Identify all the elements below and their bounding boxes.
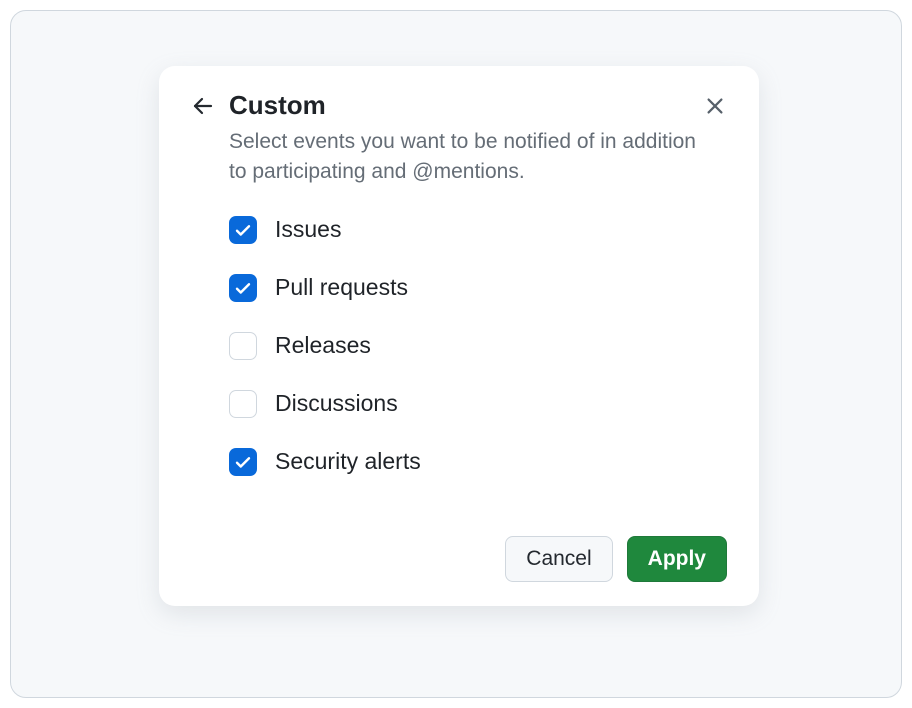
page-background: Custom Select events you want to be noti…: [10, 10, 902, 698]
option-label: Security alerts: [275, 448, 421, 475]
option-label: Issues: [275, 216, 341, 243]
checkbox[interactable]: [229, 274, 257, 302]
dialog-title: Custom: [229, 90, 326, 121]
title-row: Custom: [191, 90, 326, 121]
dialog-subtitle: Select events you want to be notified of…: [229, 127, 709, 188]
option-row[interactable]: Issues: [229, 216, 727, 244]
checkbox[interactable]: [229, 448, 257, 476]
dialog-footer: Cancel Apply: [191, 536, 727, 582]
apply-button[interactable]: Apply: [627, 536, 727, 582]
back-arrow-icon[interactable]: [191, 94, 215, 118]
cancel-button[interactable]: Cancel: [505, 536, 612, 582]
option-label: Releases: [275, 332, 371, 359]
option-row[interactable]: Releases: [229, 332, 727, 360]
close-icon[interactable]: [703, 94, 727, 118]
checkbox[interactable]: [229, 390, 257, 418]
option-label: Pull requests: [275, 274, 408, 301]
options-list: Issues Pull requests Releases Discussions Se…: [229, 216, 727, 476]
checkbox[interactable]: [229, 216, 257, 244]
option-row[interactable]: Discussions: [229, 390, 727, 418]
option-label: Discussions: [275, 390, 398, 417]
dialog-header: Custom: [191, 90, 727, 121]
custom-notifications-dialog: Custom Select events you want to be noti…: [159, 66, 759, 606]
checkbox[interactable]: [229, 332, 257, 360]
option-row[interactable]: Security alerts: [229, 448, 727, 476]
option-row[interactable]: Pull requests: [229, 274, 727, 302]
